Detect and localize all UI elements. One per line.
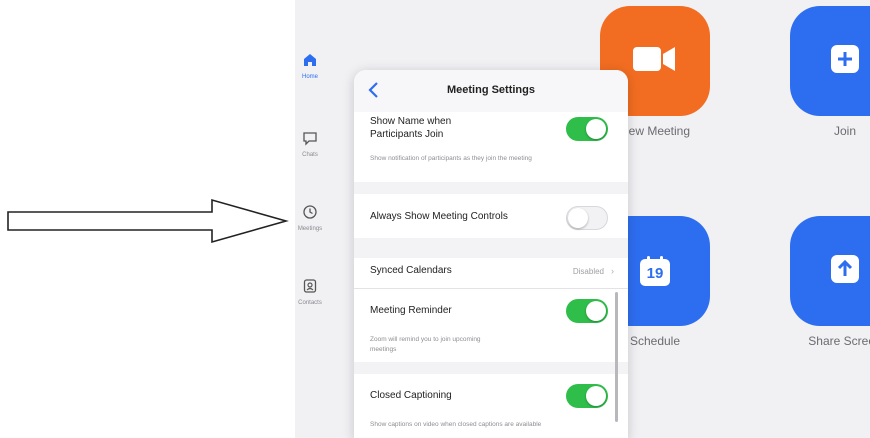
share-screen-label: Share Screen xyxy=(808,334,870,348)
sidebar-item-contacts[interactable]: Contacts xyxy=(290,276,330,306)
contact-icon xyxy=(300,276,320,296)
video-camera-icon xyxy=(633,44,677,79)
synced-calendars-value[interactable]: Disabled xyxy=(573,267,604,276)
sidebar-item-home[interactable]: Home xyxy=(290,50,330,80)
plus-icon xyxy=(830,44,860,79)
meeting-reminder-title: Meeting Reminder xyxy=(370,305,452,316)
section-gap xyxy=(354,362,628,374)
sidebar-item-chats[interactable]: Chats xyxy=(290,128,330,158)
meeting-reminder-toggle[interactable] xyxy=(566,299,608,323)
panel-title: Meeting Settings xyxy=(446,84,535,96)
share-screen-tile[interactable]: Share Screen xyxy=(790,216,870,348)
share-screen-button[interactable] xyxy=(790,216,870,326)
upload-arrow-icon xyxy=(830,254,860,289)
chat-icon xyxy=(300,128,320,148)
closed-captioning-title: Closed Captioning xyxy=(370,390,452,401)
chevron-right-icon: › xyxy=(611,266,614,276)
sidebar-item-label: Home xyxy=(301,74,318,80)
home-icon xyxy=(300,50,320,70)
new-meeting-label: New Meeting xyxy=(619,124,691,138)
show-name-toggle[interactable] xyxy=(566,117,608,141)
panel-header: Meeting Settings xyxy=(354,70,628,112)
sidebar-item-meetings[interactable]: Meetings xyxy=(290,202,330,232)
annotation-arrow xyxy=(7,198,289,244)
join-button[interactable] xyxy=(790,6,870,116)
section-gap xyxy=(354,182,628,194)
meeting-reminder-subtitle: Zoom will remind you to join upcoming me… xyxy=(370,336,481,353)
sidebar-item-label: Chats xyxy=(302,152,318,158)
calendar-icon: 19 xyxy=(639,255,671,287)
meeting-settings-panel: Meeting Settings Show Name when Particip… xyxy=(354,70,628,438)
calendar-day: 19 xyxy=(646,265,664,282)
clock-icon xyxy=(300,202,320,222)
sidebar: Home Chats Meetings Contacts xyxy=(290,40,330,360)
toggle-knob xyxy=(586,301,606,321)
join-tile[interactable]: Join xyxy=(790,6,870,138)
show-name-title-line2: Participants Join xyxy=(370,129,444,140)
synced-calendars-title: Synced Calendars xyxy=(370,265,452,276)
sidebar-item-label: Contacts xyxy=(298,300,322,306)
toggle-knob xyxy=(586,386,606,406)
sidebar-item-label: Meetings xyxy=(297,226,323,232)
always-show-controls-title: Always Show Meeting Controls xyxy=(370,211,508,222)
section-gap xyxy=(354,238,628,258)
join-label: Join xyxy=(833,124,856,138)
divider xyxy=(354,288,628,289)
panel-scrollbar[interactable] xyxy=(615,292,618,422)
toggle-knob xyxy=(586,119,606,139)
show-name-subtitle: Show notification of participants as the… xyxy=(370,155,532,162)
show-name-title-line1: Show Name when xyxy=(370,116,452,127)
schedule-label: Schedule xyxy=(629,334,681,348)
closed-captioning-subtitle: Show captions on video when closed capti… xyxy=(370,421,542,428)
always-show-controls-toggle[interactable] xyxy=(566,206,608,230)
closed-captioning-toggle[interactable] xyxy=(566,384,608,408)
toggle-knob xyxy=(568,208,588,228)
